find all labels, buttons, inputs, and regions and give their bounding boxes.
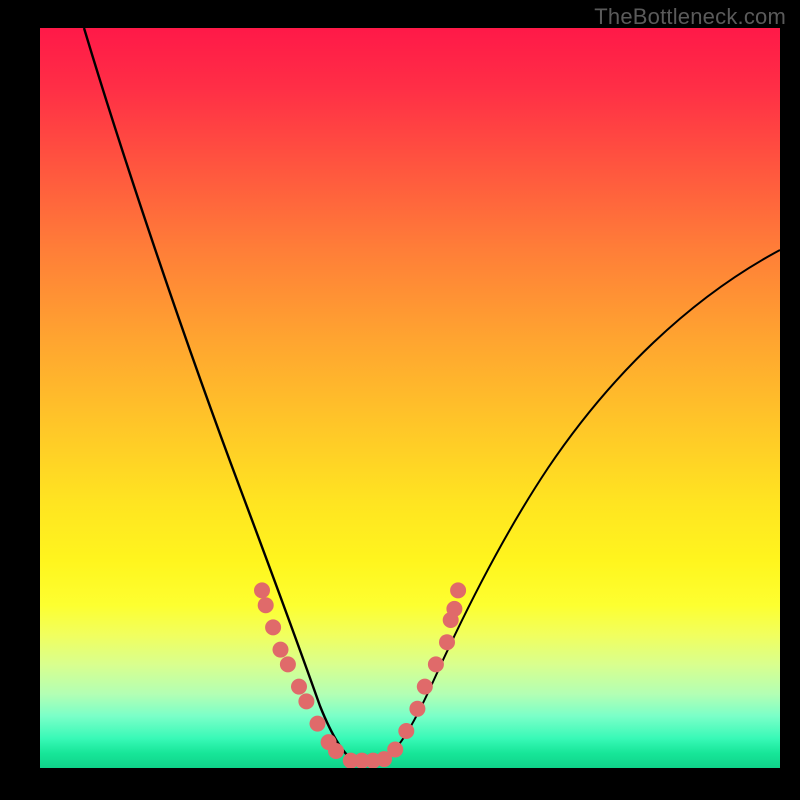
data-marker — [387, 742, 403, 758]
data-marker — [254, 582, 270, 598]
data-marker — [398, 723, 414, 739]
data-marker — [280, 656, 296, 672]
curve-right-branch — [380, 250, 780, 762]
data-marker — [258, 597, 274, 613]
curve-left-branch — [84, 28, 356, 762]
data-marker — [409, 701, 425, 717]
data-marker — [439, 634, 455, 650]
data-marker — [310, 716, 326, 732]
data-marker — [291, 679, 307, 695]
data-marker — [265, 619, 281, 635]
data-marker — [298, 693, 314, 709]
data-marker — [428, 656, 444, 672]
data-marker — [446, 601, 462, 617]
chart-frame: TheBottleneck.com — [0, 0, 800, 800]
watermark-text: TheBottleneck.com — [594, 4, 786, 30]
data-marker — [273, 642, 289, 658]
plot-area — [40, 28, 780, 768]
data-marker — [450, 582, 466, 598]
data-marker — [417, 679, 433, 695]
data-marker — [328, 743, 344, 759]
bottleneck-curve — [40, 28, 780, 768]
